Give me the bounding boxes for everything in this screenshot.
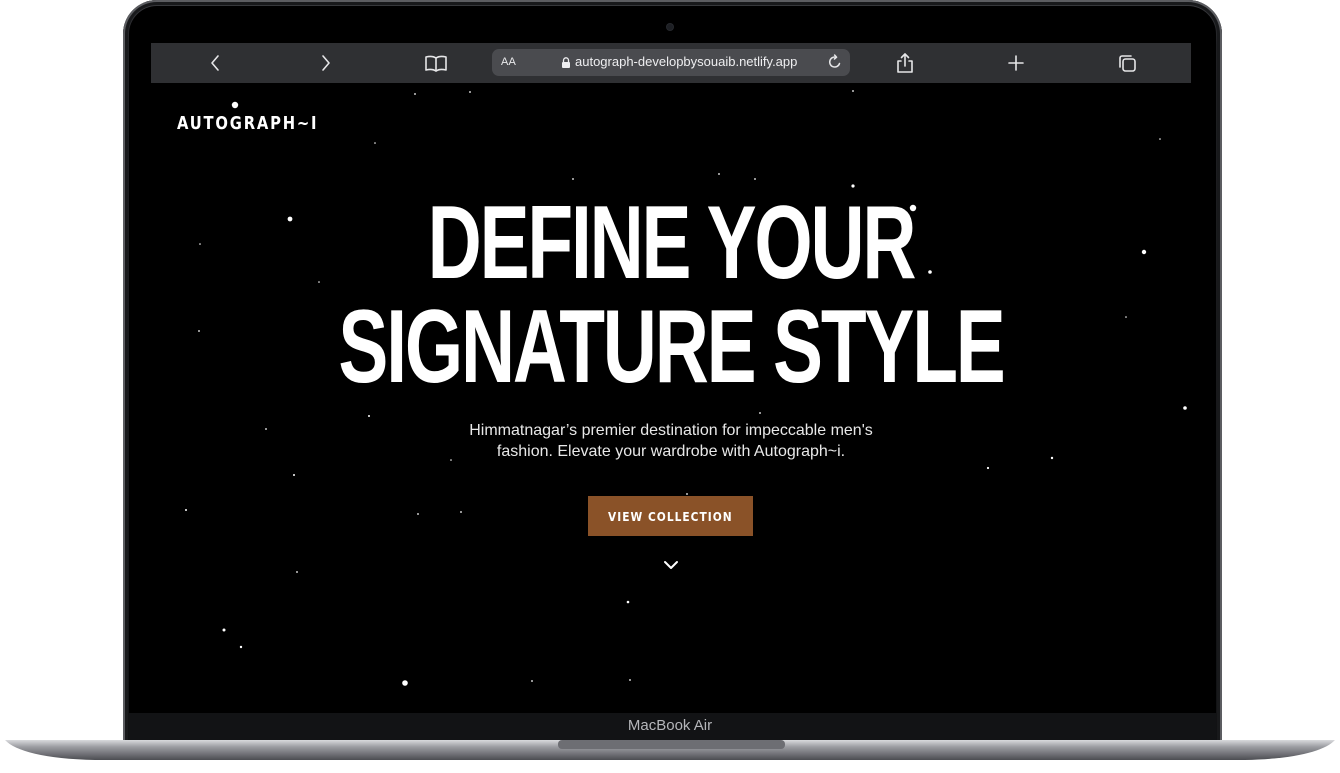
lock-icon (562, 57, 570, 68)
browser-screen: AA autograph-developbysouaib.netlify.app (151, 43, 1191, 713)
view-collection-button[interactable]: VIEW COLLECTION (588, 496, 753, 536)
share-icon[interactable] (891, 49, 919, 77)
web-page: AUTOGRAPH~I DEFINE YOUR SIGNATURE STYLE … (151, 83, 1191, 713)
hero-title: DEFINE YOUR SIGNATURE STYLE (151, 191, 1191, 399)
url-text[interactable]: autograph-developbysouaib.netlify.app (575, 54, 797, 69)
camera-icon (667, 24, 673, 30)
hero-title-line-2: SIGNATURE STYLE (338, 289, 1005, 405)
address-bar[interactable]: AA autograph-developbysouaib.netlify.app (492, 49, 850, 76)
chevron-left-icon[interactable] (201, 49, 229, 77)
brand-logo[interactable]: AUTOGRAPH~I (177, 113, 318, 134)
hero-subtitle: Himmatnagar’s premier destination for im… (469, 422, 873, 460)
tabs-icon[interactable] (1113, 49, 1141, 77)
device-label: MacBook Air (627, 717, 713, 734)
reload-icon[interactable] (826, 53, 844, 71)
laptop-base (5, 740, 1335, 760)
chevron-right-icon[interactable] (312, 49, 340, 77)
book-icon[interactable] (422, 49, 450, 77)
chevron-down-icon[interactable] (662, 559, 680, 571)
browser-toolbar: AA autograph-developbysouaib.netlify.app (151, 43, 1191, 83)
reader-text-size-button[interactable]: AA (501, 56, 516, 68)
hero-title-line-1: DEFINE YOUR (427, 185, 917, 301)
plus-icon[interactable] (1002, 49, 1030, 77)
view-collection-label: VIEW COLLECTION (608, 508, 733, 524)
